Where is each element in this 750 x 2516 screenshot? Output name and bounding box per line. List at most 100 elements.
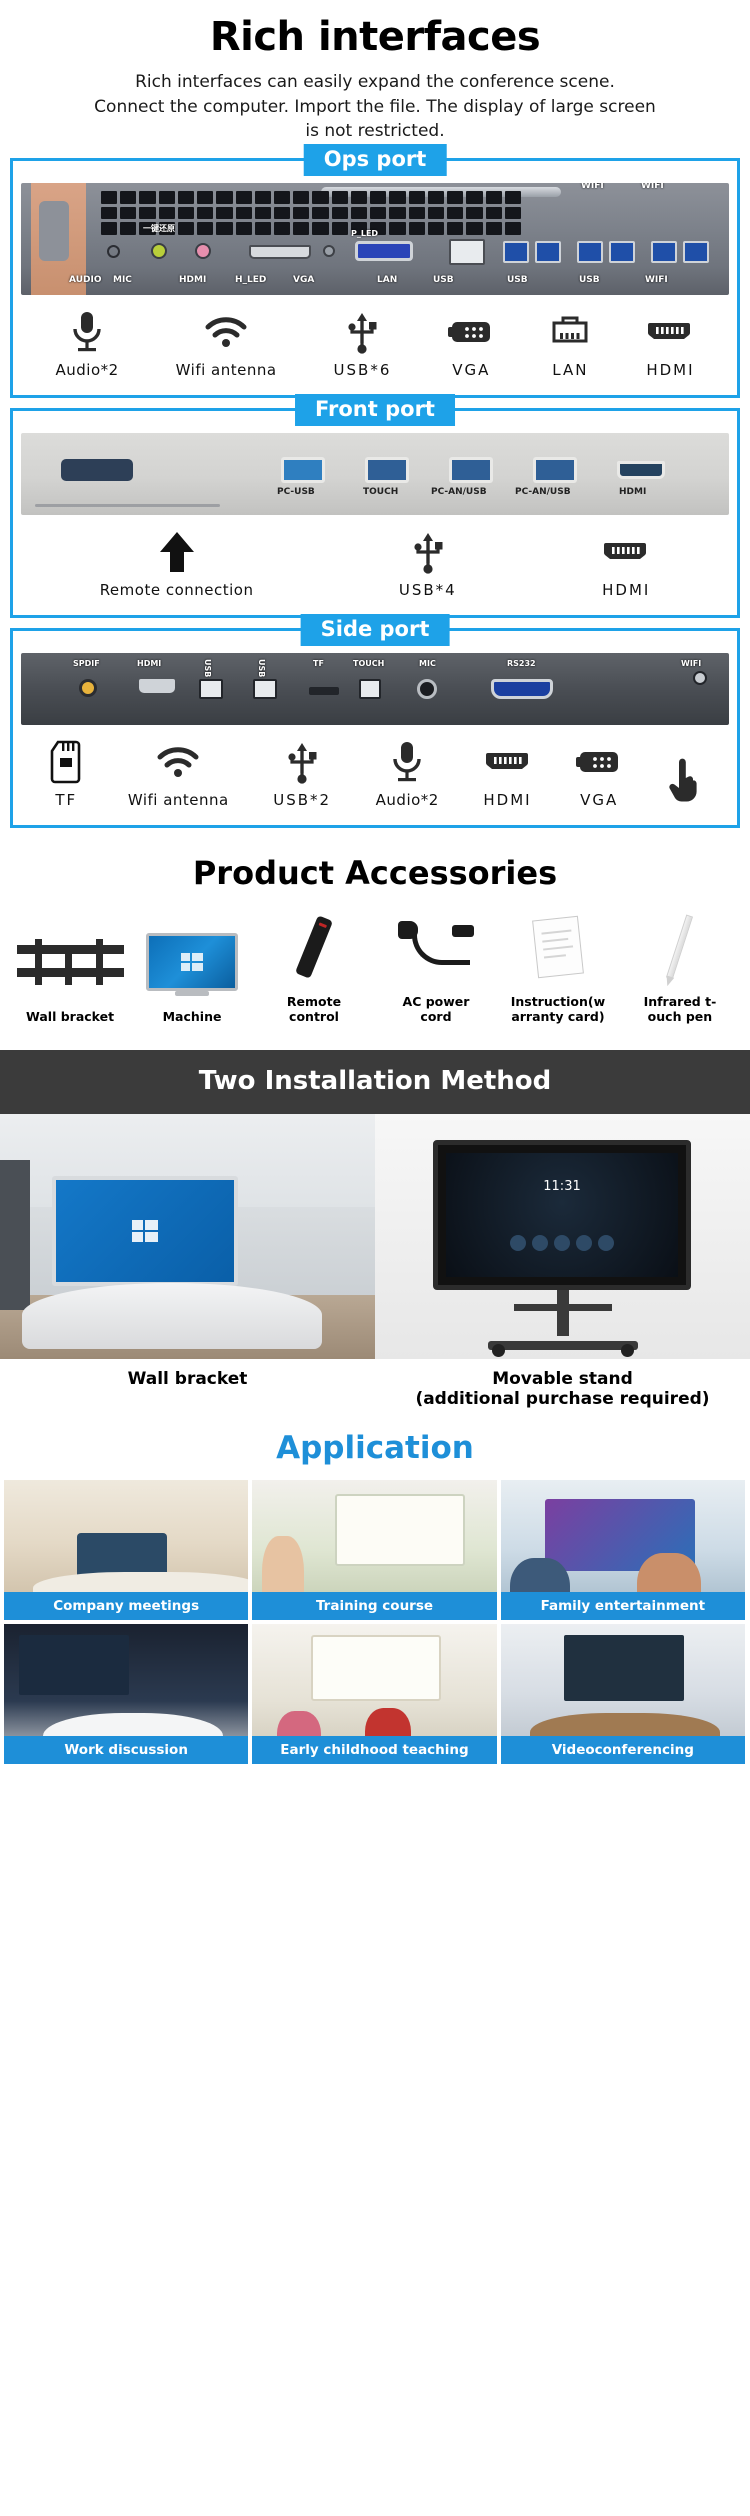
application-photo: Family entertainment: [500, 1479, 745, 1620]
application-photo: Training course: [252, 1479, 497, 1620]
side-icon-cell-usb: USB*2: [251, 739, 353, 809]
ops-icon-cell-vga: VGA: [420, 309, 523, 379]
touch-hand-icon: [644, 757, 723, 803]
usb-icon: [305, 309, 420, 355]
lan-icon: [523, 309, 618, 355]
accessory-stylus-pen: Infrared t-ouch pen: [622, 908, 738, 1024]
side-icon-label-usb: USB*2: [273, 790, 332, 809]
ops-board-label-hdmi: HDMI: [179, 274, 207, 285]
ops-board-label-pled: P_LED: [351, 228, 379, 238]
microphone-icon: [353, 739, 461, 785]
subtitle-line-1: Rich interfaces can easily expand the co…: [135, 72, 615, 92]
application-photo: Early childhood teaching: [252, 1623, 497, 1764]
ops-port-icon-row: Audio*2 Wifi antenna USB*6 VGA LAN HDMI: [21, 295, 729, 385]
wifi-icon: [147, 309, 305, 355]
side-icon-cell-vga: VGA: [554, 739, 645, 809]
ops-board-label-wifi-top-1: WIFI: [581, 182, 604, 191]
ops-icon-label-vga: VGA: [452, 360, 491, 379]
movable-stand-photo: 11:31: [375, 1113, 750, 1359]
side-board-label-mic: MIC: [419, 658, 436, 668]
side-icon-label-vga: VGA: [580, 790, 619, 809]
ops-board-label-usb-3: USB: [579, 274, 600, 285]
application-caption: Training course: [252, 1591, 497, 1620]
power-cord-icon: [378, 908, 494, 986]
front-port-icon-row: Remote connection USB*4 HDMI: [21, 515, 729, 605]
accessory-label-remote-control: Remote control: [286, 993, 342, 1024]
accessory-wall-bracket: Wall bracket: [12, 923, 128, 1024]
application-photo: Company meetings: [4, 1479, 249, 1620]
side-port-photo: SPDIF HDMI USB USB TF TOUCH MIC RS232 WI…: [21, 652, 729, 725]
front-board-label-hdmi: HDMI: [619, 486, 647, 497]
side-port-icon-row: TF Wifi antenna USB*2 Audio*2 HDMI VGA: [21, 725, 729, 815]
ops-icon-label-lan: LAN: [552, 360, 589, 379]
side-board-label-hdmi: HDMI: [137, 658, 162, 668]
accessory-label-machine: Machine: [162, 1008, 222, 1024]
application-card-training-course[interactable]: Training course: [252, 1479, 497, 1620]
application-grid: Company meetings Training course Family …: [0, 1479, 750, 1772]
front-icon-cell-hdmi: HDMI: [529, 529, 723, 599]
ops-icon-cell-lan: LAN: [523, 309, 618, 379]
application-card-videoconferencing[interactable]: Videoconferencing: [500, 1623, 745, 1764]
side-icon-label-audio: Audio*2: [375, 790, 439, 809]
ops-port-photo: 一键还原 P_LED AUDIO MIC HDMI H_LED VGA LAN …: [21, 182, 729, 295]
accessory-machine: Machine: [134, 923, 250, 1024]
application-caption: Company meetings: [4, 1591, 249, 1620]
ops-board-label-restore: 一键还原: [143, 223, 175, 233]
front-icon-cell-remote: Remote connection: [27, 529, 326, 599]
front-port-photo: PC-USB TOUCH PC-AN/USB PC-AN/USB HDMI: [21, 432, 729, 515]
installation-caption-stand: Movable stand (additional purchase requi…: [375, 1359, 750, 1414]
application-card-early-childhood-teaching[interactable]: Early childhood teaching: [252, 1623, 497, 1764]
wall-mount-photo: [0, 1113, 375, 1359]
up-arrow-icon: [27, 529, 326, 575]
front-port-tag: Front port: [295, 393, 455, 426]
ops-board-label-usb-2: USB: [507, 274, 528, 285]
accessory-label-stylus-pen: Infrared t-ouch pen: [643, 993, 717, 1024]
installation-section: Two Installation Method 11:31 Wall brack…: [0, 1049, 750, 1414]
side-board-label-tf: TF: [313, 658, 324, 668]
ops-icon-cell-wifi: Wifi antenna: [147, 309, 305, 379]
application-caption: Work discussion: [4, 1735, 249, 1764]
page-subtitle: Rich interfaces can easily expand the co…: [0, 70, 750, 144]
side-icon-cell-audio: Audio*2: [353, 739, 461, 809]
hdmi-icon: [461, 739, 554, 785]
side-board-label-touch: TOUCH: [353, 658, 385, 668]
front-port-block: Front port PC-USB TOUCH PC-AN/USB PC-AN/…: [10, 393, 740, 618]
installation-title: Two Installation Method: [0, 1049, 750, 1114]
machine-icon: [134, 923, 250, 1001]
ops-icon-label-usb: USB*6: [333, 360, 392, 379]
installation-caption-stand-line1: Movable stand: [492, 1368, 633, 1389]
stylus-pen-icon: [622, 908, 738, 986]
ops-icon-cell-audio: Audio*2: [27, 309, 147, 379]
application-card-work-discussion[interactable]: Work discussion: [4, 1623, 249, 1764]
ops-board-label-wifi-top-2: WIFI: [641, 182, 664, 191]
side-icon-cell-hdmi: HDMI: [461, 739, 554, 809]
side-board-label-spdif: SPDIF: [73, 658, 100, 668]
ops-icon-label-hdmi: HDMI: [646, 360, 695, 379]
application-card-company-meetings[interactable]: Company meetings: [4, 1479, 249, 1620]
ops-board-label-wifi-1: WIFI: [645, 274, 668, 285]
accessories-section: Product Accessories Wall bracket Machine…: [0, 854, 750, 1024]
application-card-family-entertainment[interactable]: Family entertainment: [500, 1479, 745, 1620]
front-board-label-pc-an-usb-2: PC-AN/USB: [515, 486, 571, 497]
installation-caption-stand-line2: (additional purchase required): [415, 1389, 710, 1410]
side-icon-cell-wifi: Wifi antenna: [106, 739, 251, 809]
hdmi-icon: [529, 529, 723, 575]
application-caption: Videoconferencing: [500, 1735, 745, 1764]
installation-photos: 11:31: [0, 1113, 750, 1359]
side-board-label-usb-1: USB: [203, 658, 212, 678]
ops-icon-label-wifi: Wifi antenna: [175, 360, 277, 379]
subtitle-line-3: is not restricted.: [305, 121, 445, 142]
ops-board-label-vga: VGA: [293, 274, 315, 285]
hdmi-icon: [618, 309, 723, 355]
side-board-label-rs232: RS232: [507, 658, 536, 668]
ops-icon-label-audio: Audio*2: [55, 360, 119, 379]
page-title: Rich interfaces: [209, 14, 541, 60]
front-board-label-pc-an-usb-1: PC-AN/USB: [431, 486, 487, 497]
application-caption: Early childhood teaching: [252, 1735, 497, 1764]
ops-icon-cell-usb: USB*6: [305, 309, 420, 379]
manual-icon: [500, 908, 616, 986]
accessories-row: Wall bracket Machine Remote control AC po…: [0, 908, 750, 1024]
vga-icon: [554, 739, 645, 785]
usb-icon: [326, 529, 529, 575]
side-icon-label-wifi: Wifi antenna: [127, 790, 229, 809]
